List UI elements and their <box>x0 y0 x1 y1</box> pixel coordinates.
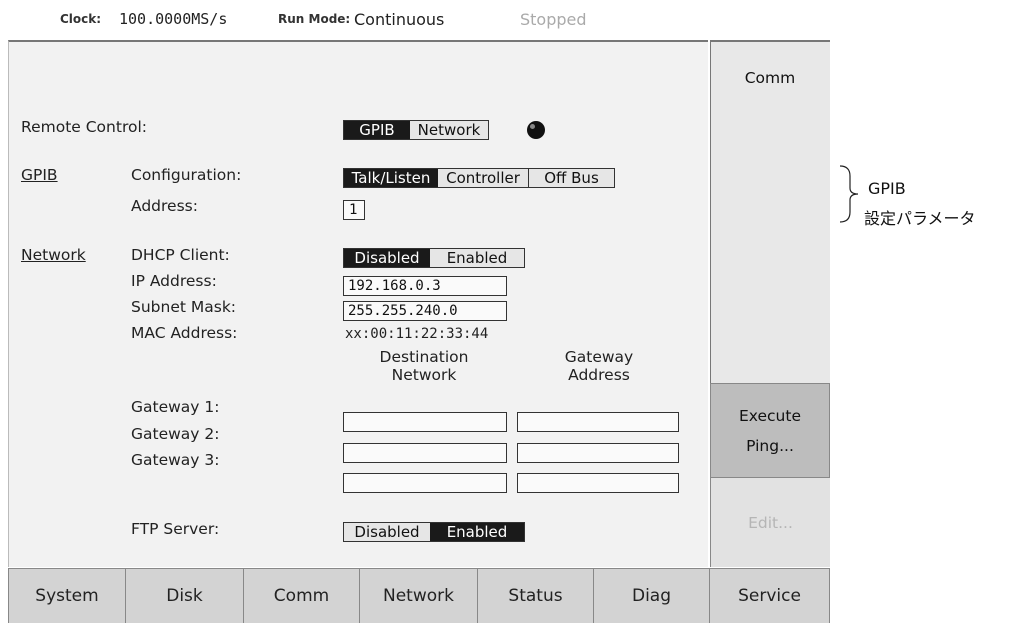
ip-address-label: IP Address: <box>131 272 217 290</box>
execute-ping-button[interactable]: Execute Ping... <box>710 383 830 478</box>
destination-network-header: Destination Network <box>379 348 469 384</box>
network-section-label: Network <box>21 246 86 264</box>
remote-control-label: Remote Control: <box>21 118 147 136</box>
status-bar: Clock: 100.0000MS/s Run Mode: Continuous… <box>8 0 848 40</box>
annotation-gpib: GPIB <box>868 179 906 198</box>
ip-address-field[interactable]: 192.168.0.3 <box>343 276 507 296</box>
tab-status[interactable]: Status <box>478 568 594 623</box>
tab-service[interactable]: Service <box>710 568 830 623</box>
brace-icon <box>839 165 859 223</box>
config-option-off-bus[interactable]: Off Bus <box>528 169 614 187</box>
run-mode-value: Continuous <box>354 10 445 29</box>
gpib-configuration-label: Configuration: <box>131 166 242 184</box>
mac-address-value: xx:00:11:22:33:44 <box>345 326 489 342</box>
dhcp-client-toggle[interactable]: Disabled Enabled <box>343 248 525 268</box>
side-menu-title: Comm <box>710 58 830 98</box>
gateway-2-destination-field[interactable] <box>343 443 507 463</box>
dhcp-option-disabled[interactable]: Disabled <box>344 249 430 267</box>
subnet-mask-field[interactable]: 255.255.240.0 <box>343 301 507 321</box>
gateway-2-address-field[interactable] <box>517 443 679 463</box>
tab-system[interactable]: System <box>8 568 126 623</box>
side-menu-title-text: Comm <box>744 69 796 87</box>
ftp-server-label: FTP Server: <box>131 520 220 538</box>
indicator-dot-icon <box>527 121 545 139</box>
gateway-address-header: Gateway Address <box>564 348 634 384</box>
dhcp-option-enabled[interactable]: Enabled <box>430 249 524 267</box>
comm-settings-panel: Remote Control: GPIB Network GPIB Config… <box>8 40 708 567</box>
tab-disk[interactable]: Disk <box>126 568 244 623</box>
gateway-2-label: Gateway 2: <box>131 425 220 443</box>
edit-button-label: Edit... <box>748 513 793 532</box>
gpib-address-field[interactable]: 1 <box>343 200 365 220</box>
dhcp-client-label: DHCP Client: <box>131 246 230 264</box>
edit-button[interactable]: Edit... <box>710 478 830 567</box>
remote-control-toggle[interactable]: GPIB Network <box>343 120 489 140</box>
clock-label: Clock: <box>60 12 102 26</box>
tab-network[interactable]: Network <box>360 568 478 623</box>
ftp-option-enabled[interactable]: Enabled <box>430 523 524 541</box>
gateway-1-label: Gateway 1: <box>131 398 220 416</box>
config-option-talk-listen[interactable]: Talk/Listen <box>344 169 438 187</box>
remote-option-gpib[interactable]: GPIB <box>344 121 410 139</box>
ftp-option-disabled[interactable]: Disabled <box>344 523 430 541</box>
mac-address-label: MAC Address: <box>131 324 238 342</box>
gpib-section-label: GPIB <box>21 166 58 184</box>
run-state: Stopped <box>520 10 587 29</box>
ftp-server-toggle[interactable]: Disabled Enabled <box>343 522 525 542</box>
tab-comm[interactable]: Comm <box>244 568 360 623</box>
clock-value: 100.0000MS/s <box>119 10 228 28</box>
remote-option-network[interactable]: Network <box>410 121 488 139</box>
gpib-configuration-toggle[interactable]: Talk/Listen Controller Off Bus <box>343 168 615 188</box>
tab-diag[interactable]: Diag <box>594 568 710 623</box>
annotation-gpib-settings: 設定パラメータ <box>864 209 976 228</box>
bottom-tab-bar: System Disk Comm Network Status Diag Ser… <box>8 568 830 623</box>
execute-ping-label-1: Execute <box>739 406 801 425</box>
subnet-mask-label: Subnet Mask: <box>131 298 237 316</box>
gpib-address-label: Address: <box>131 197 198 215</box>
gateway-3-label: Gateway 3: <box>131 451 220 469</box>
gateway-3-destination-field[interactable] <box>343 473 507 493</box>
config-option-controller[interactable]: Controller <box>438 169 528 187</box>
gateway-1-address-field[interactable] <box>517 412 679 432</box>
gateway-3-address-field[interactable] <box>517 473 679 493</box>
execute-ping-label-2: Ping... <box>746 436 794 455</box>
gateway-1-destination-field[interactable] <box>343 412 507 432</box>
run-mode-label: Run Mode: <box>278 12 351 26</box>
